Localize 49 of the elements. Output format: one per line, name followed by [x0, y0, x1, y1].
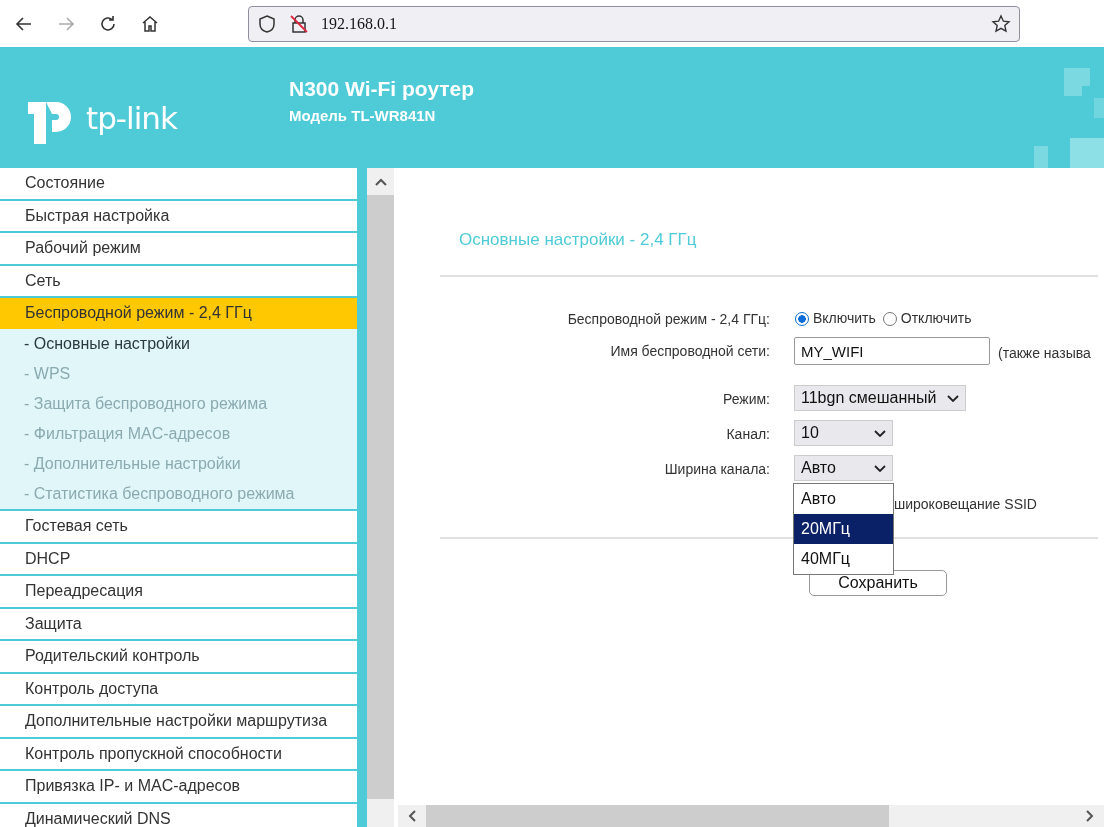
menu-item[interactable]: Гостевая сеть — [0, 509, 357, 544]
checkbox-label: широковещание SSID — [894, 495, 1037, 512]
dropdown-option[interactable]: Авто — [794, 484, 893, 514]
lock-slash-icon[interactable] — [289, 13, 309, 34]
dropdown[interactable]: 11bgn смешанный — [794, 385, 966, 411]
dropdown[interactable]: 10 — [794, 420, 893, 446]
router-title: N300 Wi-Fi роутер — [289, 77, 475, 101]
menu-item[interactable]: Привязка IP- и MAC-адресов — [0, 771, 357, 804]
chevron-down-icon — [874, 429, 886, 437]
radio-button[interactable] — [795, 312, 809, 326]
star-icon[interactable] — [991, 13, 1011, 34]
vertical-scrollbar[interactable] — [367, 168, 394, 827]
menu-item[interactable]: Быстрая настройка — [0, 200, 357, 233]
menu-item[interactable]: DHCP — [0, 543, 357, 576]
field-label: Беспроводной режим - 2,4 ГГц: — [567, 311, 770, 327]
menu-item[interactable]: Родительский контроль — [0, 641, 357, 674]
radio-label[interactable]: Отключить — [900, 305, 972, 326]
shield-icon[interactable] — [257, 13, 277, 34]
home-icon[interactable] — [140, 13, 160, 34]
menu-item[interactable]: Контроль доступа — [0, 673, 357, 706]
url-text: 192.168.0.1 — [321, 14, 398, 33]
horizontal-scrollbar[interactable] — [398, 805, 1104, 827]
logo-text: tp-link — [86, 99, 177, 136]
reload-icon[interactable] — [98, 13, 118, 34]
dropdown[interactable]: Авто — [794, 455, 893, 481]
radio-label[interactable]: Включить — [813, 305, 876, 326]
dropdown-option[interactable]: 20МГц — [794, 514, 893, 544]
field-label: Режим: — [722, 391, 770, 407]
menu-item[interactable]: Контроль пропускной способности — [0, 738, 357, 771]
scroll-right-icon[interactable] — [1086, 810, 1094, 822]
page-title: Основные настройки - 2,4 ГГц — [459, 230, 698, 251]
address-bar[interactable]: 192.168.0.1 — [248, 5, 1020, 42]
hint-text: (также называ — [997, 344, 1091, 361]
menu-item[interactable]: Беспроводной режим - 2,4 ГГц — [0, 298, 357, 329]
model-text: Модель TL-WR841N — [289, 107, 437, 124]
scroll-left-icon[interactable] — [408, 810, 416, 822]
submenu-item[interactable]: - Основные настройки — [0, 329, 357, 359]
field-label: Канал: — [726, 426, 770, 442]
menu-item[interactable]: Состояние — [0, 168, 357, 201]
menu-item[interactable]: Защита — [0, 608, 357, 641]
text-field[interactable]: MY_WIFI — [794, 337, 990, 365]
menu-item[interactable]: Переадресация — [0, 576, 357, 609]
menu-item[interactable]: Рабочий режим — [0, 233, 357, 266]
scroll-up-icon[interactable] — [374, 176, 387, 187]
chevron-down-icon — [874, 464, 886, 472]
menu-item[interactable]: Дополнительные настройки маршрутиза — [0, 706, 357, 739]
chevron-down-icon — [946, 394, 959, 402]
field-label: Ширина канала: — [664, 461, 770, 477]
field-label: Имя беспроводной сети: — [610, 343, 770, 359]
